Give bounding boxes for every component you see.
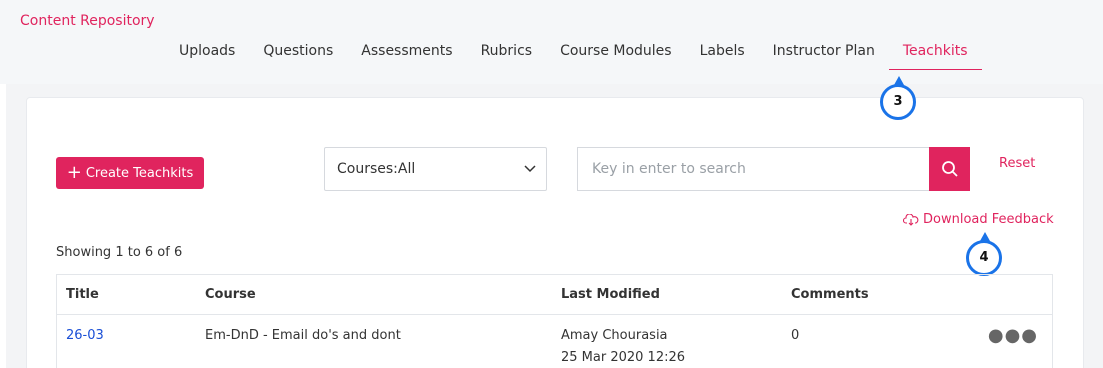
chevron-down-icon — [524, 165, 536, 173]
create-teachkits-button[interactable]: + Create Teachkits — [56, 157, 204, 189]
plus-icon: + — [66, 162, 82, 183]
download-feedback-label: Download Feedback — [923, 212, 1054, 227]
search-input[interactable] — [577, 147, 930, 191]
table-header: Title Course Last Modified Comments — [57, 275, 1052, 315]
row-course: Em-DnD - Email do's and dont — [205, 328, 401, 343]
tab-labels[interactable]: Labels — [686, 42, 759, 70]
row-last-modified: Amay Chourasia 25 Mar 2020 12:26 — [561, 325, 685, 368]
column-header-last-modified[interactable]: Last Modified — [561, 287, 660, 302]
create-teachkits-label: Create Teachkits — [85, 165, 194, 181]
tab-instructor-plan[interactable]: Instructor Plan — [759, 42, 889, 70]
table-row: 26-03 Em-DnD - Email do's and dont Amay … — [57, 315, 1052, 368]
tab-questions[interactable]: Questions — [249, 42, 347, 70]
reset-link[interactable]: Reset — [999, 156, 1035, 171]
left-strip — [0, 84, 6, 368]
top-bar: Content Repository Uploads Questions Ass… — [0, 0, 1103, 84]
callout-marker-4: 4 — [966, 232, 1002, 276]
row-comments: 0 — [791, 328, 800, 343]
row-title-link[interactable]: 26-03 — [66, 325, 104, 347]
more-options-icon[interactable]: ●●● — [988, 325, 1038, 346]
page-title: Content Repository — [20, 13, 155, 29]
course-filter-select[interactable]: Courses:All — [324, 147, 547, 191]
callout-marker-3: 3 — [880, 76, 916, 120]
tab-course-modules[interactable]: Course Modules — [546, 42, 686, 70]
course-filter-value: Courses:All — [337, 161, 416, 177]
column-header-comments[interactable]: Comments — [791, 287, 869, 302]
cloud-download-icon — [903, 213, 919, 226]
row-modified-at: 25 Mar 2020 12:26 — [561, 350, 686, 365]
row-modified-by: Amay Chourasia — [561, 328, 668, 343]
tab-uploads[interactable]: Uploads — [165, 42, 249, 70]
download-feedback-link[interactable]: Download Feedback — [903, 212, 1054, 227]
tab-bar: Uploads Questions Assessments Rubrics Co… — [165, 42, 982, 72]
column-header-title[interactable]: Title — [66, 287, 99, 302]
tab-assessments[interactable]: Assessments — [347, 42, 466, 70]
tab-teachkits[interactable]: Teachkits — [888, 42, 982, 70]
tab-rubrics[interactable]: Rubrics — [467, 42, 547, 70]
search-button[interactable] — [929, 147, 970, 191]
column-header-course[interactable]: Course — [205, 287, 256, 302]
results-summary: Showing 1 to 6 of 6 — [56, 245, 183, 260]
search-icon — [941, 161, 958, 177]
teachkits-table: Title Course Last Modified Comments 26-0… — [56, 274, 1053, 368]
